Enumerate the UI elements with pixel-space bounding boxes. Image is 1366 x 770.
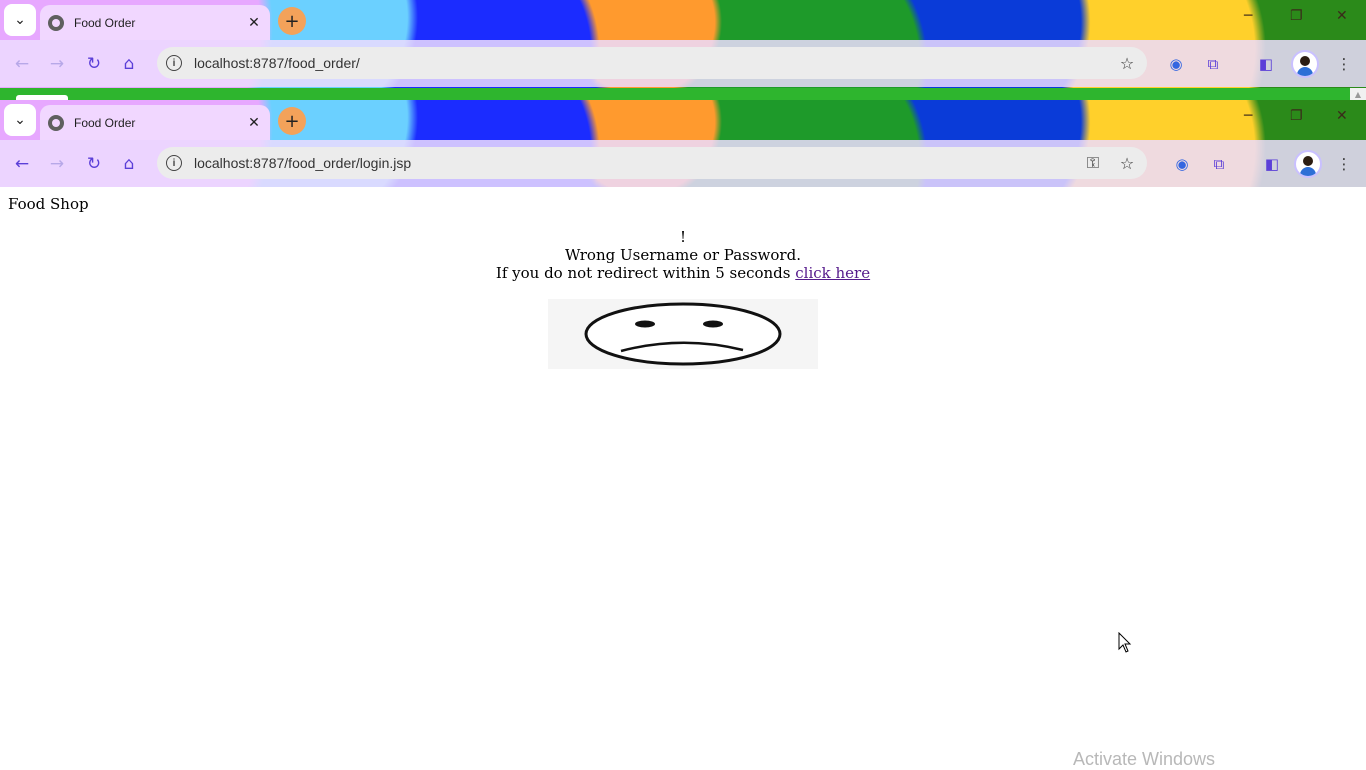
extension-logo-icon[interactable]: ◉ bbox=[1166, 54, 1186, 74]
page-content: Food Shop ! Wrong Username or Password. … bbox=[0, 187, 1366, 768]
redirect-link[interactable]: click here bbox=[795, 264, 870, 282]
window-close-icon[interactable]: ✕ bbox=[1336, 8, 1348, 24]
key-icon[interactable]: ⚿ bbox=[1079, 153, 1107, 173]
window-close-icon[interactable]: ✕ bbox=[1336, 108, 1348, 124]
minimize-icon[interactable]: ─ bbox=[1244, 108, 1252, 124]
info-icon[interactable]: i bbox=[166, 155, 182, 171]
close-icon[interactable]: ✕ bbox=[244, 13, 264, 33]
redirect-line: If you do not redirect within 5 seconds … bbox=[0, 264, 1366, 282]
side-panel-icon[interactable]: ◧ bbox=[1262, 154, 1282, 174]
scroll-up-arrow-icon[interactable]: ▲ bbox=[1350, 88, 1366, 100]
sad-face-icon bbox=[584, 302, 782, 366]
chevron-down-icon[interactable]: ⌄ bbox=[4, 104, 36, 136]
site-title: Food Shop bbox=[8, 195, 89, 213]
mouse-cursor-icon bbox=[1118, 632, 1132, 653]
chevron-down-icon[interactable]: ⌄ bbox=[4, 4, 36, 36]
sad-face-image bbox=[548, 299, 818, 369]
minimize-icon[interactable]: ─ bbox=[1244, 8, 1252, 24]
home-icon[interactable]: ⌂ bbox=[117, 152, 141, 176]
info-icon[interactable]: i bbox=[166, 55, 182, 71]
avatar[interactable] bbox=[1294, 150, 1322, 178]
tab-strip: ⌄ Food Order ✕ + ─ ❐ ✕ bbox=[0, 100, 1366, 140]
inner-browser-chrome: ⌄ Food Order ✕ + ─ ❐ ✕ ← → ↻ ⌂ i localho… bbox=[0, 100, 1366, 187]
forward-arrow-icon[interactable]: → bbox=[45, 152, 69, 176]
plus-icon[interactable]: + bbox=[278, 107, 306, 135]
tab-title: Food Order bbox=[74, 15, 136, 30]
kebab-menu-icon[interactable]: ⋮ bbox=[1334, 54, 1354, 74]
redirect-text: If you do not redirect within 5 seconds bbox=[495, 264, 791, 282]
outer-browser-chrome: ⌄ Food Order ✕ + ─ ❐ ✕ ← → ↻ ⌂ i localho… bbox=[0, 0, 1366, 88]
puzzle-icon[interactable]: ⧉ bbox=[1203, 54, 1223, 74]
home-icon[interactable]: ⌂ bbox=[117, 52, 141, 76]
restore-icon[interactable]: ❐ bbox=[1290, 108, 1303, 124]
extension-logo-icon[interactable]: ◉ bbox=[1172, 154, 1192, 174]
activate-windows-watermark: Activate Windows bbox=[1073, 749, 1216, 769]
tab-food-order[interactable]: Food Order ✕ bbox=[40, 105, 270, 140]
plus-icon[interactable]: + bbox=[278, 7, 306, 35]
address-bar[interactable]: i localhost:8787/food_order/login.jsp ⚿ … bbox=[157, 147, 1147, 179]
error-text: Wrong Username or Password. bbox=[565, 246, 801, 264]
close-icon[interactable]: ✕ bbox=[244, 113, 264, 133]
back-arrow-icon[interactable]: ← bbox=[10, 52, 34, 76]
puzzle-icon[interactable]: ⧉ bbox=[1209, 154, 1229, 174]
browser-toolbar: ← → ↻ ⌂ i localhost:8787/food_order/logi… bbox=[0, 140, 1366, 187]
restore-icon[interactable]: ❐ bbox=[1290, 8, 1303, 24]
exclamation-text: ! bbox=[679, 228, 687, 246]
side-panel-icon[interactable]: ◧ bbox=[1256, 54, 1276, 74]
star-icon[interactable]: ☆ bbox=[1113, 54, 1141, 73]
kebab-menu-icon[interactable]: ⋮ bbox=[1334, 154, 1354, 174]
reload-icon[interactable]: ↻ bbox=[82, 52, 106, 76]
page-top-strip bbox=[0, 88, 1350, 100]
avatar[interactable] bbox=[1291, 50, 1319, 78]
address-bar[interactable]: i localhost:8787/food_order/ ☆ bbox=[157, 47, 1147, 79]
browser-toolbar: ← → ↻ ⌂ i localhost:8787/food_order/ ☆ ◉… bbox=[0, 40, 1366, 87]
url-text: localhost:8787/food_order/ bbox=[194, 55, 360, 71]
reload-icon[interactable]: ↻ bbox=[82, 152, 106, 176]
tab-title: Food Order bbox=[74, 115, 136, 130]
forward-arrow-icon[interactable]: → bbox=[45, 52, 69, 76]
globe-icon bbox=[48, 114, 64, 131]
tab-strip: ⌄ Food Order ✕ + ─ ❐ ✕ bbox=[0, 0, 1366, 40]
star-icon[interactable]: ☆ bbox=[1113, 154, 1141, 173]
back-arrow-icon[interactable]: ← bbox=[10, 152, 34, 176]
login-error-message: ! Wrong Username or Password. If you do … bbox=[0, 228, 1366, 282]
tab-food-order[interactable]: Food Order ✕ bbox=[40, 5, 270, 40]
url-text: localhost:8787/food_order/login.jsp bbox=[194, 155, 412, 171]
globe-icon bbox=[48, 14, 64, 31]
